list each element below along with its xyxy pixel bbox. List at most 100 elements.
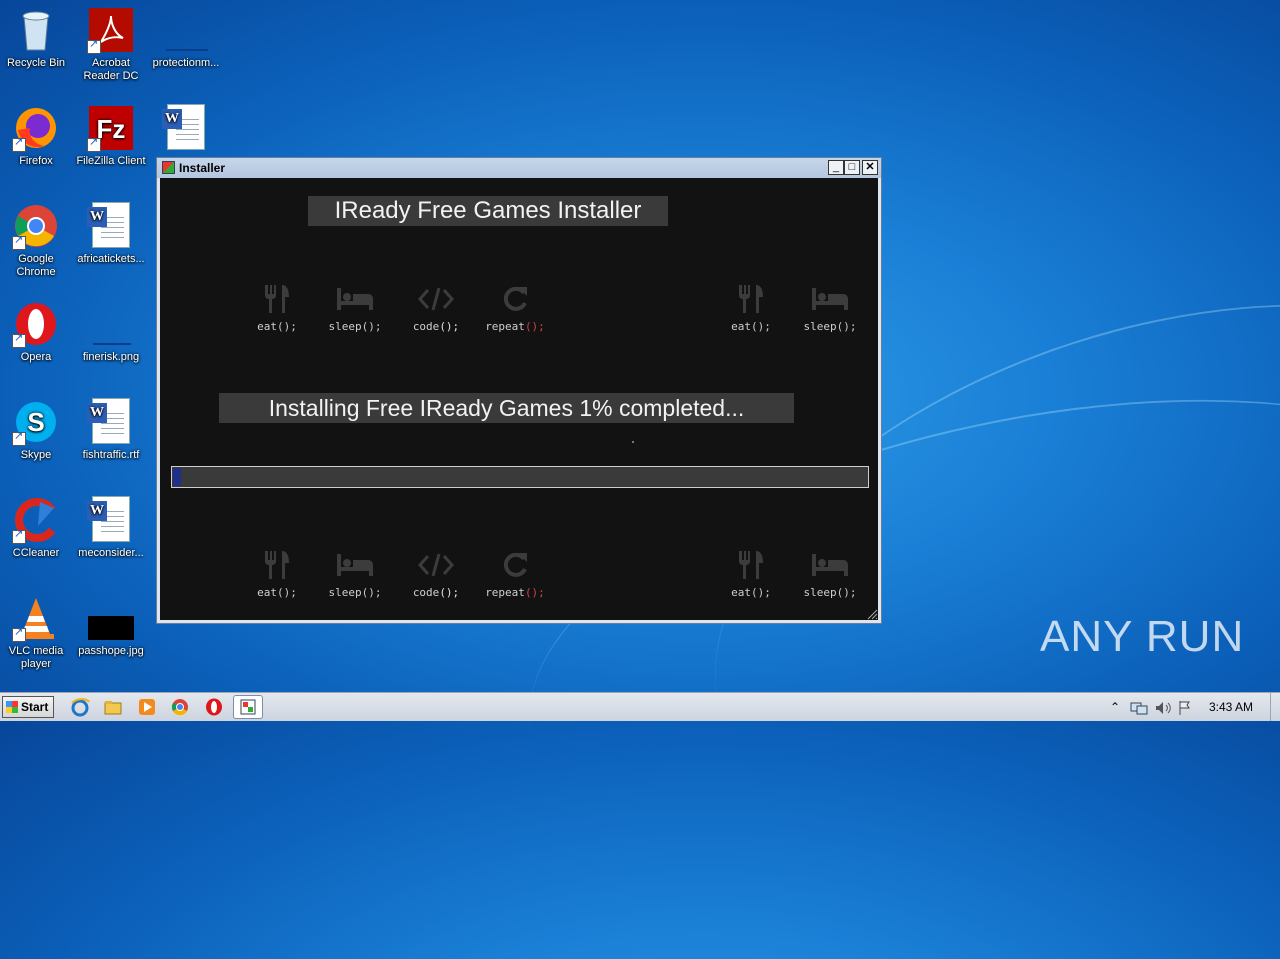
taskbar: Start ⌃ 3:43 AM [0,692,1280,721]
installer-window[interactable]: Installer _ □ ✕ eat(); sleep(); code(); … [156,157,882,624]
desktop-icon-opera[interactable]: Opera [0,300,72,364]
shortcut-arrow-icon [12,430,26,446]
start-button[interactable]: Start [2,696,54,718]
word-document-icon: W [87,496,135,544]
media-player-icon[interactable] [137,697,157,717]
install-status-text: Installing Free IReady Games 1% complete… [219,393,794,423]
desktop-icon-firefox[interactable]: Firefox [0,104,72,168]
bed-icon [795,548,865,582]
desktop-icon-meconsider[interactable]: W meconsider... [75,496,147,560]
desktop-icon-label: africatickets... [77,253,145,265]
desktop-icon-label: FileZilla Client [76,155,146,167]
progress-fill [173,468,181,486]
install-progress-bar [171,466,869,488]
desktop-icon-word-doc[interactable]: W [150,104,222,155]
desktop-icon-label: finerisk.png [82,351,140,363]
code-brackets-icon [401,548,471,582]
ccleaner-icon [12,496,60,544]
clock[interactable]: 3:43 AM [1209,693,1253,721]
desktop-icon-filezilla[interactable]: Fz FileZilla Client [75,104,147,168]
chrome-icon [12,202,60,250]
desktop-icon-fishtraffic[interactable]: W fishtraffic.rtf [75,398,147,462]
shortcut-arrow-icon [12,234,26,250]
close-button[interactable]: ✕ [862,160,878,175]
refresh-icon [480,282,550,316]
windows-logo-icon [6,701,18,713]
fork-knife-icon [242,282,312,316]
filezilla-icon: Fz [87,104,135,152]
activity-sleep: sleep(); [795,282,865,333]
internet-explorer-icon[interactable] [70,697,90,717]
action-center-flag-icon[interactable] [1177,693,1193,721]
desktop-icon-label: Skype [20,449,52,461]
word-document-icon: W [162,104,210,152]
resize-grip-icon[interactable] [866,608,878,620]
activity-repeat: repeat(); [480,548,550,599]
desktop-icon-label: VLC media player [8,645,64,670]
volume-icon[interactable] [1154,693,1172,721]
activity-eat: eat(); [716,548,786,599]
refresh-icon [480,548,550,582]
word-document-icon: W [87,398,135,446]
acrobat-icon [87,6,135,54]
installer-taskbar-button[interactable] [233,695,263,719]
activity-code: code(); [401,282,471,333]
word-document-icon: W [87,202,135,250]
desktop-icon-label: Firefox [19,155,53,167]
code-brackets-icon [401,282,471,316]
image-file-icon [87,300,135,348]
desktop-icon-label: Google Chrome [16,253,56,278]
recycle-bin-icon [12,6,60,54]
blank-file-icon [162,6,210,54]
desktop-icon-label: passhope.jpg [78,645,144,657]
desktop-icon-protection[interactable]: protectionm... [150,6,222,70]
minimize-button[interactable]: _ [828,160,844,175]
desktop-icon-passhope[interactable]: passhope.jpg [75,594,147,658]
shortcut-arrow-icon [87,38,101,54]
desktop-icon-vlc[interactable]: VLC media player [0,594,72,671]
desktop-icon-africatickets[interactable]: W africatickets... [75,202,147,266]
bed-icon [320,282,390,316]
installer-heading: IReady Free Games Installer [308,196,668,226]
activity-eat: eat(); [242,548,312,599]
fork-knife-icon [716,548,786,582]
opera-icon [12,300,60,348]
activity-sleep: sleep(); [320,282,390,333]
desktop-icon-label: Recycle Bin [6,57,66,69]
maximize-button[interactable]: □ [844,160,860,175]
desktop-icon-label: CCleaner [12,547,60,559]
network-icon[interactable] [1130,693,1148,721]
activity-repeat: repeat(); [480,282,550,333]
anyrun-watermark: ANY RUN [1040,612,1245,661]
title-bar[interactable]: Installer _ □ ✕ [157,158,881,178]
svg-text:S: S [27,407,44,437]
bed-icon [320,548,390,582]
vlc-cone-icon [12,594,60,642]
activity-sleep: sleep(); [795,548,865,599]
file-explorer-icon[interactable] [103,697,123,717]
show-hidden-icons-button[interactable]: ⌃ [1110,693,1120,721]
window-title: Installer [179,161,226,175]
image-thumbnail-icon [87,594,135,642]
desktop-icon-finerisk[interactable]: finerisk.png [75,300,147,364]
desktop-icon-chrome[interactable]: Google Chrome [0,202,72,279]
shortcut-arrow-icon [12,332,26,348]
activity-eat: eat(); [716,282,786,333]
desktop-icon-label: Opera [20,351,52,363]
opera-taskbar-icon[interactable] [204,697,224,717]
desktop-icon-label: fishtraffic.rtf [82,449,140,461]
activity-code: code(); [401,548,471,599]
desktop-icon-label: protectionm... [152,57,220,69]
show-desktop-button[interactable] [1270,693,1280,721]
desktop-icon-acrobat[interactable]: Acrobat Reader DC [75,6,147,83]
desktop-icon-ccleaner[interactable]: CCleaner [0,496,72,560]
app-icon [162,161,175,174]
fork-knife-icon [242,548,312,582]
bed-icon [795,282,865,316]
shortcut-arrow-icon [12,136,26,152]
desktop-icon-skype[interactable]: S Skype [0,398,72,462]
desktop-icon-recycle-bin[interactable]: Recycle Bin [0,6,72,70]
shortcut-arrow-icon [12,528,26,544]
chrome-taskbar-icon[interactable] [170,697,190,717]
shortcut-arrow-icon [87,136,101,152]
